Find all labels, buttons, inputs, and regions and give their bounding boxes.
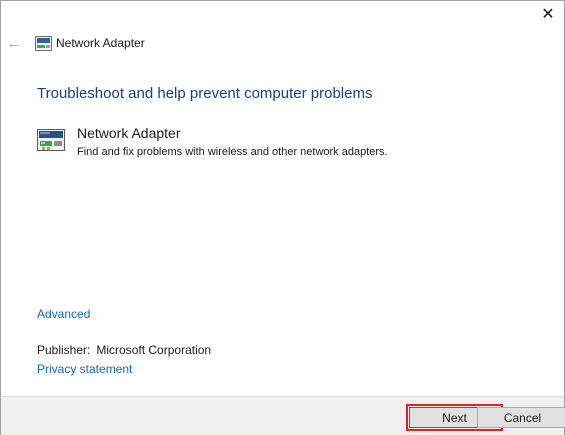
troubleshooter-window: ✕ ← Network Adapter Troubleshoot and hel… bbox=[0, 0, 565, 435]
publisher-row: Publisher: Microsoft Corporation bbox=[37, 343, 211, 357]
network-adapter-small-icon bbox=[35, 36, 52, 51]
back-button[interactable]: ← bbox=[5, 34, 23, 52]
title-bar: ← Network Adapter bbox=[1, 31, 564, 57]
cancel-button[interactable]: Cancel bbox=[477, 407, 565, 428]
close-button[interactable]: ✕ bbox=[531, 1, 565, 29]
window-title: Network Adapter bbox=[56, 36, 145, 50]
advanced-link[interactable]: Advanced bbox=[37, 307, 90, 321]
network-adapter-icon bbox=[37, 129, 65, 151]
item-title: Network Adapter bbox=[77, 125, 181, 141]
item-description: Find and fix problems with wireless and … bbox=[77, 146, 388, 158]
page-heading: Troubleshoot and help prevent computer p… bbox=[37, 85, 373, 102]
button-bar: Next Cancel bbox=[1, 396, 565, 435]
close-icon: ✕ bbox=[541, 6, 555, 23]
troubleshooter-item: Network Adapter Find and fix problems wi… bbox=[37, 123, 537, 167]
publisher-value: Microsoft Corporation bbox=[96, 343, 212, 357]
back-arrow-icon: ← bbox=[6, 34, 22, 52]
privacy-statement-link[interactable]: Privacy statement bbox=[37, 362, 132, 376]
publisher-label: Publisher: bbox=[37, 343, 91, 357]
